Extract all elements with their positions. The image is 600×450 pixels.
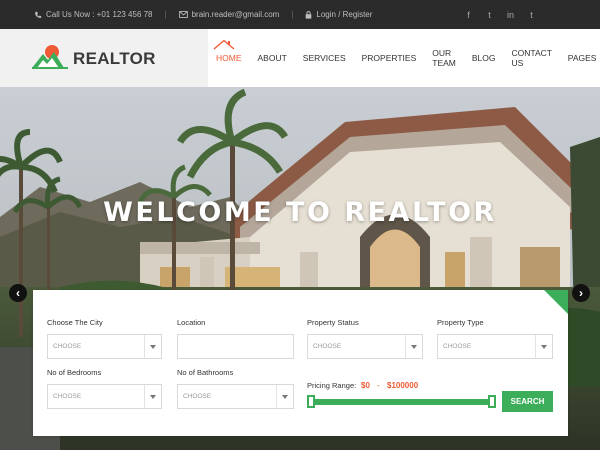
social-links: f t in t xyxy=(458,0,542,29)
hero-title: WELCOME TO REALTOR xyxy=(103,197,497,228)
nav-label: BLOG xyxy=(471,53,496,63)
location-input[interactable] xyxy=(177,334,294,359)
login-link[interactable]: Login / Register xyxy=(316,10,372,19)
email-text[interactable]: brain.reader@gmail.com xyxy=(192,10,280,19)
nav-home[interactable]: HOME xyxy=(208,29,250,87)
linkedin-icon[interactable]: in xyxy=(500,10,521,20)
slider-min-handle[interactable] xyxy=(307,395,315,408)
chevron-left-icon: ‹ xyxy=(16,286,20,300)
twitter-icon[interactable]: t xyxy=(479,10,500,20)
nav-properties[interactable]: PROPERTIES xyxy=(354,29,425,87)
slider-max-handle[interactable] xyxy=(488,395,496,408)
main-nav: HOME ABOUT SERVICES PROPERTIES OUR TEAM … xyxy=(208,29,600,87)
caret-down-icon xyxy=(276,385,293,408)
phone-text: Call Us Now : +01 123 456 78 xyxy=(46,10,153,19)
pricing-min-value: $0 xyxy=(361,381,370,390)
caret-down-icon xyxy=(144,335,161,358)
brand-name: REALTOR xyxy=(73,49,156,68)
phone-item: Call Us Now : +01 123 456 78 xyxy=(34,10,153,19)
nav-label: CONTACT US xyxy=(511,48,552,68)
email-item[interactable]: brain.reader@gmail.com xyxy=(178,10,280,19)
slider-prev-button[interactable]: ‹ xyxy=(9,284,27,302)
site-header: REALTOR HOME ABOUT SERVICES PROPERTIES O… xyxy=(0,29,600,87)
nav-label: SERVICES xyxy=(302,53,346,63)
property-search-form: Choose The City CHOOSE Location Property… xyxy=(33,290,568,436)
caret-down-icon xyxy=(144,385,161,408)
separator: | xyxy=(291,10,294,19)
home-roof-icon xyxy=(213,39,235,50)
city-select-value: CHOOSE xyxy=(53,343,82,350)
nav-label: OUR TEAM xyxy=(432,48,456,68)
pricing-range-dash: - xyxy=(377,381,380,390)
lock-icon xyxy=(305,10,312,19)
pricing-range-label: Pricing Range: xyxy=(307,381,357,390)
nav-contact-us[interactable]: CONTACT US xyxy=(504,29,560,87)
phone-icon xyxy=(34,11,42,19)
chevron-right-icon: › xyxy=(579,286,583,300)
caret-down-icon xyxy=(405,335,422,358)
contact-info: Call Us Now : +01 123 456 78 | brain.rea… xyxy=(34,0,372,29)
nav-services[interactable]: SERVICES xyxy=(295,29,354,87)
bedrooms-label: No of Bedrooms xyxy=(47,368,102,377)
tumblr-icon[interactable]: t xyxy=(521,10,542,20)
bathrooms-select-value: CHOOSE xyxy=(183,393,212,400)
property-status-select[interactable]: CHOOSE xyxy=(307,334,423,359)
facebook-icon[interactable]: f xyxy=(458,10,479,20)
nav-label: ABOUT xyxy=(257,53,287,63)
nav-blog[interactable]: BLOG xyxy=(464,29,504,87)
bedrooms-select-value: CHOOSE xyxy=(53,393,82,400)
nav-our-team[interactable]: OUR TEAM xyxy=(424,29,464,87)
nav-pages[interactable]: PAGES xyxy=(560,29,600,87)
bathrooms-select[interactable]: CHOOSE xyxy=(177,384,294,409)
corner-accent xyxy=(544,290,568,314)
property-type-select[interactable]: CHOOSE xyxy=(437,334,553,359)
nav-label: PROPERTIES xyxy=(361,53,417,63)
pricing-max-value: $100000 xyxy=(387,381,419,390)
property-status-label: Property Status xyxy=(307,318,359,327)
nav-about[interactable]: ABOUT xyxy=(250,29,295,87)
bathrooms-label: No of Bathrooms xyxy=(177,368,234,377)
location-label: Location xyxy=(177,318,206,327)
top-bar: Call Us Now : +01 123 456 78 | brain.rea… xyxy=(0,0,600,29)
search-button[interactable]: SEARCH xyxy=(502,391,553,412)
envelope-icon xyxy=(178,11,188,18)
logo[interactable]: REALTOR xyxy=(0,29,208,87)
nav-label: PAGES xyxy=(567,53,597,63)
nav-label: HOME xyxy=(216,53,242,63)
price-range-slider[interactable] xyxy=(311,399,495,405)
login-item[interactable]: Login / Register xyxy=(305,10,372,19)
city-label: Choose The City xyxy=(47,318,103,327)
property-status-value: CHOOSE xyxy=(313,343,342,350)
caret-down-icon xyxy=(535,335,552,358)
separator: | xyxy=(164,10,167,19)
logo-mark-icon xyxy=(32,45,68,69)
city-select[interactable]: CHOOSE xyxy=(47,334,162,359)
property-type-value: CHOOSE xyxy=(443,343,472,350)
slider-next-button[interactable]: › xyxy=(572,284,590,302)
bedrooms-select[interactable]: CHOOSE xyxy=(47,384,162,409)
property-type-label: Property Type xyxy=(437,318,484,327)
